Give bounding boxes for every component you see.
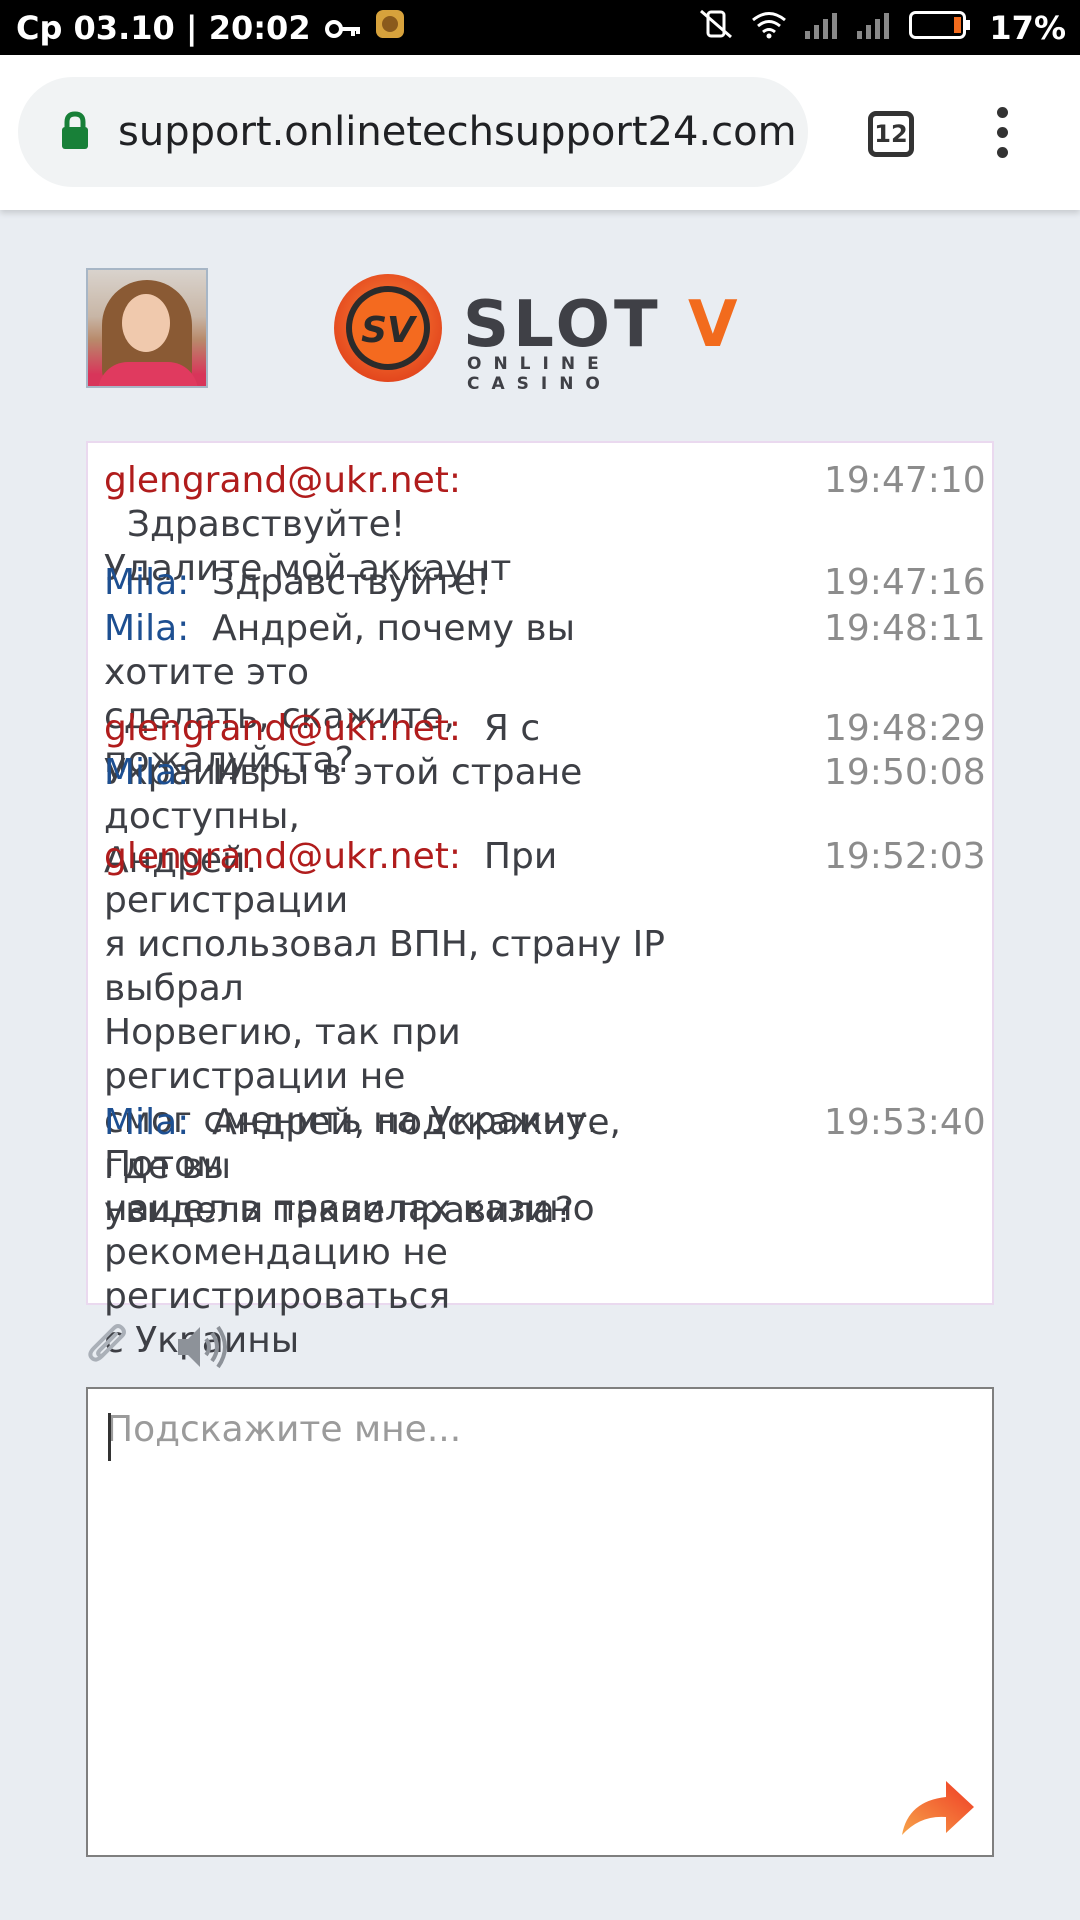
chat-author: glengrand@ukr.net: <box>104 708 462 749</box>
chat-timestamp: 19:52:03 <box>824 836 986 877</box>
status-time: Ср 03.10 | 20:02 <box>16 8 311 47</box>
signal-icon <box>805 9 839 47</box>
status-bar: Ср 03.10 | 20:02 17% <box>0 0 1080 55</box>
chat-message: Mila: Андрей, подскажите, где вы увидели … <box>104 1101 684 1233</box>
chat-message-line: Mila: Андрей, подскажите, где вы <box>104 1101 684 1189</box>
speaker-icon[interactable] <box>176 1322 230 1376</box>
logo-subtitle: ONLINE CASINO <box>467 354 612 394</box>
logo-wordmark: SLOT V <box>463 288 742 362</box>
tabs-button[interactable]: 12 <box>868 111 914 157</box>
logo-badge-text: SV <box>361 310 418 351</box>
text-caret <box>108 1413 111 1461</box>
more-vert-icon[interactable] <box>990 107 1014 167</box>
message-input[interactable] <box>88 1389 992 1855</box>
chat-text-continued: увидели такие правила? <box>104 1190 574 1231</box>
chat-message: glengrand@ukr.net: При регистрации я испо… <box>104 835 684 1363</box>
logo-badge-icon: SV <box>334 274 442 382</box>
chat-message-line: glengrand@ukr.net: Здравствуйте! <box>104 459 684 547</box>
chat-text-continued: рекомендацию не регистрироваться <box>104 1232 451 1317</box>
chat-timestamp: 19:47:10 <box>824 460 986 501</box>
chat-message-line: Mila: Андрей, почему вы хотите это <box>104 607 684 695</box>
notification-app-icon <box>375 9 405 47</box>
chat-author: Mila: <box>104 1102 190 1143</box>
chat-timestamp: 19:50:08 <box>824 752 986 793</box>
chat-author: Mila: <box>104 608 190 649</box>
chat-message: Mila: Здравствуйте! <box>104 561 684 605</box>
chat-text: Здравствуйте! <box>212 562 491 603</box>
chat-author: glengrand@ukr.net: <box>104 460 462 501</box>
wifi-icon <box>751 9 787 47</box>
send-arrow-icon[interactable] <box>898 1773 978 1839</box>
tab-count: 12 <box>874 120 908 148</box>
chat-timestamp: 19:48:11 <box>824 608 986 649</box>
lock-icon <box>60 111 90 155</box>
battery-icon <box>909 9 971 47</box>
message-input-box[interactable] <box>86 1387 994 1857</box>
status-bar-right: 17% <box>699 0 1066 55</box>
chat-author: glengrand@ukr.net: <box>104 836 462 877</box>
chat-text-continued: я использовал ВПН, страну IP выбрал <box>104 924 665 1009</box>
url-text[interactable]: support.onlinetechsupport24.com <box>118 77 797 187</box>
battery-percent: 17% <box>989 8 1066 47</box>
chat-message-line: Mila: Игры в этой стране доступны, <box>104 751 684 839</box>
status-bar-left: Ср 03.10 | 20:02 <box>16 0 405 55</box>
key-icon <box>324 9 361 47</box>
signal-icon <box>857 9 891 47</box>
vibrate-off-icon <box>699 9 733 47</box>
casino-logo: SV SLOT V ONLINE CASINO <box>330 270 760 394</box>
browser-toolbar: support.onlinetechsupport24.com 12 <box>0 55 1080 210</box>
chat-timestamp: 19:53:40 <box>824 1102 986 1143</box>
chat-message-line: Mila: Здравствуйте! <box>104 561 684 605</box>
chat-author: Mila: <box>104 562 190 603</box>
chat-log: glengrand@ukr.net: Здравствуйте! Удалите … <box>86 441 994 1361</box>
chat-text-continued: Норвегию, так при регистрации не <box>104 1012 461 1097</box>
address-bar[interactable]: support.onlinetechsupport24.com <box>18 77 808 187</box>
chat-timestamp: 19:47:16 <box>824 562 986 603</box>
chat-text: Здравствуйте! <box>126 504 406 545</box>
chat-message-line: glengrand@ukr.net: При регистрации <box>104 835 684 923</box>
paperclip-icon[interactable] <box>84 1322 134 1376</box>
chat-timestamp: 19:48:29 <box>824 708 986 749</box>
agent-avatar <box>86 268 208 388</box>
chat-author: Mila: <box>104 752 190 793</box>
